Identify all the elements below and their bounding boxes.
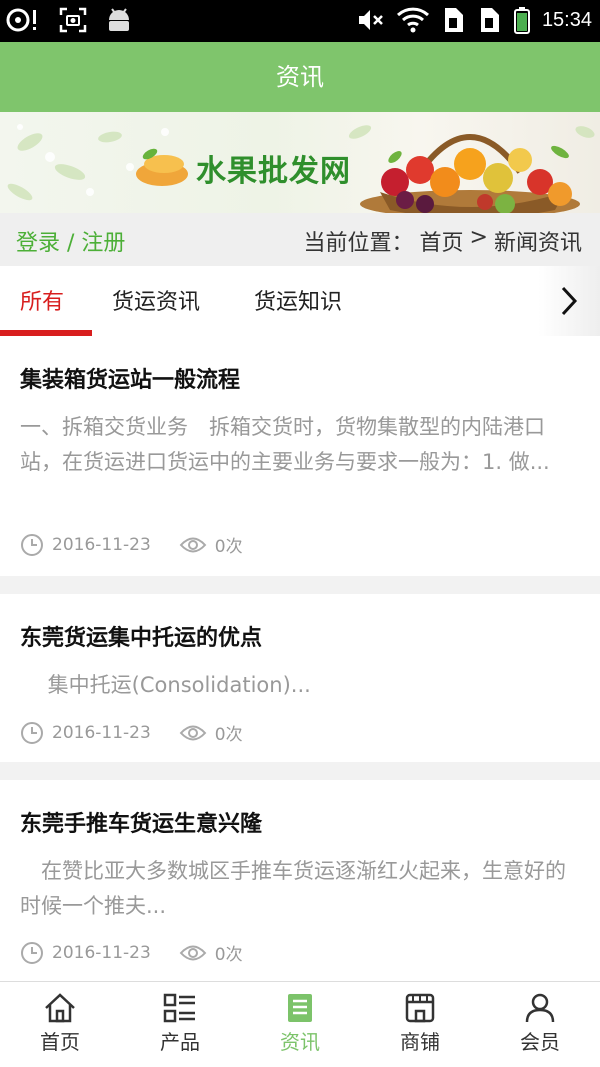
nav-news-label: 资讯 [280, 1030, 320, 1054]
nav-products-label: 产品 [160, 1030, 200, 1054]
nav-home-label: 首页 [40, 1030, 80, 1054]
tabs-scroll-right-button[interactable] [538, 266, 600, 336]
eye-icon [179, 725, 207, 740]
nav-member-label: 会员 [520, 1030, 560, 1054]
article-views: 0次 [214, 537, 243, 557]
article-title[interactable]: 东莞手推车货运生意兴隆 [20, 806, 262, 838]
nav-home[interactable]: 首页 [0, 982, 120, 1067]
article-views: 0次 [214, 725, 243, 745]
sim2-icon [480, 8, 499, 32]
tab-freight-news[interactable]: 货运资讯 [112, 284, 200, 316]
nav-member[interactable]: 会员 [480, 982, 600, 1067]
screenshot-icon [59, 7, 87, 33]
clock: 15:34 [541, 8, 592, 31]
status-bar: 15:34 [0, 0, 600, 42]
news-icon [288, 994, 312, 1022]
mute-icon [358, 10, 383, 30]
chevron-right-icon [561, 286, 578, 316]
breadcrumb-bar: 登录 / 注册 当前位置： 首页 > 新闻资讯 [0, 213, 600, 266]
eye-icon [179, 945, 207, 960]
article-views: 0次 [214, 945, 243, 965]
header-bar: 资讯 [0, 42, 600, 112]
category-tabs: 所有 货运资讯 货运知识 [0, 266, 600, 336]
nav-shop[interactable]: 商铺 [360, 982, 480, 1067]
clock-icon [21, 721, 43, 744]
location-label: 当前位置： [303, 231, 414, 256]
article-summary: 集中托运(Consolidation)... [20, 673, 311, 697]
article-meta: 2016-11-23 0次 [20, 940, 243, 965]
article-meta: 2016-11-23 0次 [20, 532, 243, 557]
android-icon [109, 8, 129, 31]
clock-icon [21, 533, 43, 556]
article-summary: 在赞比亚大多数城区手推车货运逐渐红火起来，生意好的时候一个推夫... [20, 859, 566, 918]
tab-freight-knowledge[interactable]: 货运知识 [254, 284, 342, 316]
banner[interactable]: 水果批发网 [0, 112, 600, 213]
clock-icon [21, 941, 43, 964]
breadcrumb: 当前位置： 首页 > 新闻资讯 [304, 225, 582, 257]
breadcrumb-home-link[interactable]: 首页 [420, 225, 464, 257]
page-title: 资讯 [276, 63, 324, 91]
shop-icon [405, 993, 435, 1023]
sim1-icon [444, 8, 463, 32]
wifi-icon [396, 7, 429, 33]
breadcrumb-separator: > [469, 225, 488, 250]
article-item[interactable]: 东莞手推车货运生意兴隆 在赞比亚大多数城区手推车货运逐渐红火起来，生意好的时候一… [0, 780, 600, 981]
nav-products[interactable]: 产品 [120, 982, 240, 1067]
article-title[interactable]: 集装箱货运站一般流程 [20, 362, 240, 394]
article-date: 2016-11-23 [52, 534, 151, 555]
article-title[interactable]: 东莞货运集中托运的优点 [20, 620, 262, 652]
breadcrumb-current: 新闻资讯 [493, 231, 582, 256]
article-date: 2016-11-23 [52, 942, 151, 963]
article-summary: 一、拆箱交货业务 拆箱交货时，货物集散型的内陆港口站，在货运进口货运中的主要业务… [20, 415, 550, 474]
nav-news[interactable]: 资讯 [240, 982, 360, 1067]
article-meta: 2016-11-23 0次 [20, 720, 243, 745]
bottom-nav: 首页 产品 资讯 商铺 会员 [0, 981, 600, 1067]
banner-logo-text: 水果批发网 [196, 154, 351, 189]
eye-icon [179, 537, 207, 552]
alert-icon [6, 8, 36, 32]
tab-all[interactable]: 所有 [20, 284, 64, 316]
article-item[interactable]: 东莞货运集中托运的优点 集中托运(Consolidation)... 2016-… [0, 594, 600, 762]
nav-shop-label: 商铺 [400, 1030, 440, 1054]
product-list-icon [163, 993, 195, 1023]
member-icon [525, 993, 555, 1023]
article-date: 2016-11-23 [52, 722, 151, 743]
battery-icon [513, 7, 530, 34]
article-item[interactable]: 集装箱货运站一般流程 一、拆箱交货业务 拆箱交货时，货物集散型的内陆港口站，在货… [0, 336, 600, 576]
home-icon [45, 993, 75, 1023]
login-register-link[interactable]: 登录 / 注册 [16, 225, 125, 257]
